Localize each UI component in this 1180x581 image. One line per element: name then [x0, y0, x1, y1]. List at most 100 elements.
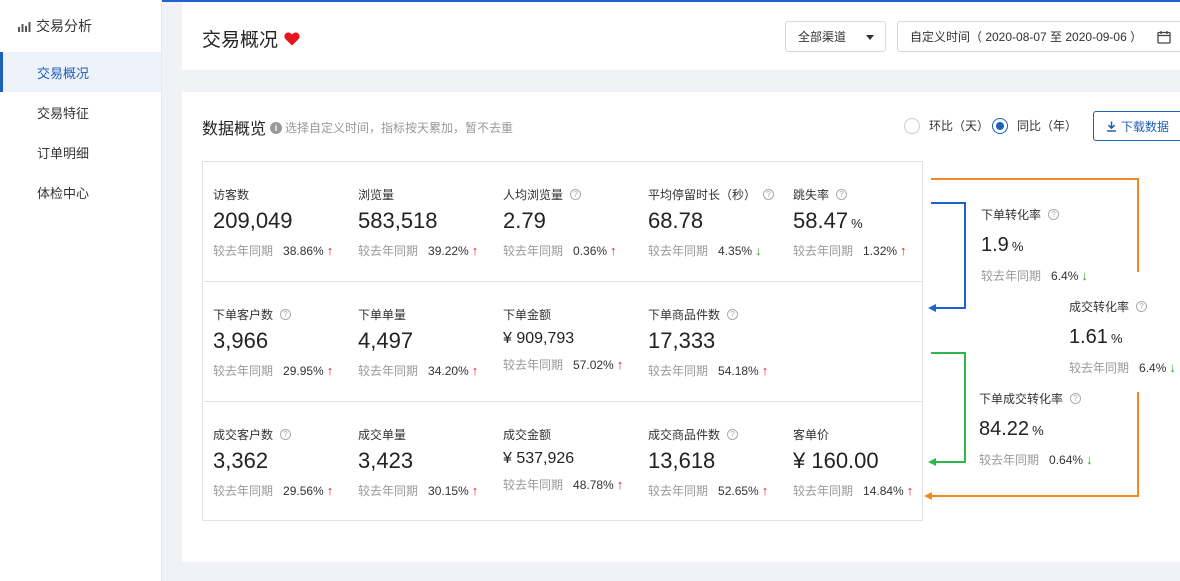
help-icon[interactable]: ? [727, 429, 739, 440]
download-label: 下载数据 [1121, 119, 1170, 134]
page-title: 交易概况 [202, 25, 300, 52]
metric-compare: 较去年同期 52.65% ↑ [648, 482, 768, 499]
date-range-picker[interactable]: 自定义时间（ 2020-08-07 至 2020-09-06 ） [897, 21, 1180, 52]
heart-icon[interactable] [284, 32, 300, 46]
metric-card: 成交客户数? 3,362 较去年同期 29.56% ↑ [203, 402, 343, 520]
metric-value-number: 3,966 [213, 328, 269, 353]
metric-label-text: 人均浏览量 [503, 188, 564, 202]
conversion-compare: 较去年同期 6.4% ↓ [981, 267, 1088, 284]
download-data-button[interactable]: 下载数据 [1093, 111, 1180, 141]
sidebar-item-label: 体检中心 [37, 185, 90, 201]
conversion-label: 成交转化率? [1069, 298, 1176, 315]
overview-card: 数据概览 i 选择自定义时间，指标按天累加，暂不去重 环比（天） 同比（年） 下… [182, 92, 1180, 562]
bar-chart-icon [18, 21, 31, 32]
compare-percent: 0.36% [573, 243, 608, 258]
arrow-up-icon: ↑ [761, 483, 769, 498]
arrow-down-icon: ↓ [1169, 360, 1176, 375]
metrics-row-traffic: 访客数 209,049 较去年同期 38.86% ↑ 浏览量 583,518 较去年同期 39.… [203, 162, 922, 282]
compare-percent: 48.78% [573, 477, 614, 492]
compare-label: 较去年同期 [213, 244, 274, 258]
metric-compare: 较去年同期 29.56% ↑ [213, 482, 333, 499]
arrow-up-icon: ↑ [761, 363, 769, 378]
help-icon[interactable]: ? [1070, 393, 1082, 404]
calendar-icon [1157, 31, 1171, 44]
metrics-row-deals: 成交客户数? 3,362 较去年同期 29.56% ↑ 成交单量 3,423 较去年同期 30.… [203, 401, 922, 521]
metric-value: 209,049 [213, 208, 293, 234]
conversion-compare: 较去年同期 6.4% ↓ [1069, 359, 1176, 376]
compare-label: 较去年同期 [358, 244, 419, 258]
arrow-up-icon: ↑ [326, 363, 334, 378]
metric-compare: 较去年同期 29.95% ↑ [213, 362, 333, 379]
metric-label-text: 成交客户数 [213, 428, 274, 442]
compare-percent: 4.35% [718, 243, 753, 258]
arrow-up-icon: ↑ [326, 483, 334, 498]
metric-label-text: 成交商品件数 [648, 428, 721, 442]
help-icon[interactable]: ? [280, 309, 292, 320]
help-icon[interactable]: ? [570, 189, 582, 200]
metric-value-number: 13,618 [648, 448, 716, 473]
metric-label-text: 下单单量 [358, 308, 407, 322]
help-icon[interactable]: ? [836, 189, 848, 200]
conversion-unit: % [1032, 423, 1044, 438]
help-icon[interactable]: ? [727, 309, 739, 320]
help-icon[interactable]: ? [1048, 209, 1060, 220]
metric-unit: % [851, 216, 863, 231]
arrow-down-icon: ↓ [755, 243, 762, 258]
arrow-up-icon: ↑ [906, 483, 914, 498]
metric-card: 客单价 ¥ 160.00 较去年同期 14.84% ↑ [783, 402, 923, 520]
help-icon[interactable]: ? [763, 189, 775, 200]
metric-card: 下单单量 4,497 较去年同期 34.20% ↑ [348, 282, 488, 400]
compare-label: 较去年同期 [213, 484, 274, 498]
radio-day-over-day[interactable]: 环比（天） [904, 117, 989, 134]
metric-value-number: 209,049 [213, 208, 293, 233]
channel-select-value: 全部渠道 [798, 30, 847, 44]
metric-card: 跳失率? 58.47% 较去年同期 1.32% ↑ [783, 162, 923, 280]
conversion-label-text: 成交转化率 [1069, 300, 1130, 314]
sidebar-item-order-details[interactable]: 订单明细 [0, 132, 161, 172]
conversion-compare: 较去年同期 0.64% ↓ [979, 451, 1093, 468]
compare-label: 较去年同期 [213, 364, 274, 378]
metric-value: 2.79 [503, 208, 546, 234]
metric-card: 下单客户数? 3,966 较去年同期 29.95% ↑ [203, 282, 343, 400]
metric-value: ¥ 909,793 [503, 330, 574, 348]
conversion-value: 1.9% [981, 234, 1088, 257]
metric-compare: 较去年同期 0.36% ↑ [503, 242, 617, 259]
compare-percent: 1.32% [863, 243, 898, 258]
metric-card: 访客数 209,049 较去年同期 38.86% ↑ [203, 162, 343, 280]
arrow-up-icon: ↑ [326, 243, 334, 258]
compare-label: 较去年同期 [503, 478, 564, 492]
arrow-up-icon: ↑ [471, 483, 479, 498]
sidebar-item-health-check[interactable]: 体检中心 [0, 172, 161, 212]
sidebar-item-overview[interactable]: 交易概况 [0, 52, 161, 92]
metric-card: 人均浏览量? 2.79 较去年同期 0.36% ↑ [493, 162, 633, 280]
compare-label: 较去年同期 [503, 244, 564, 258]
compare-label: 较去年同期 [648, 244, 709, 258]
metric-compare: 较去年同期 1.32% ↑ [793, 242, 907, 259]
metric-label: 成交客户数? [213, 426, 292, 443]
metric-label-text: 浏览量 [358, 188, 395, 202]
channel-select[interactable]: 全部渠道 [785, 21, 886, 52]
help-icon[interactable]: ? [1136, 301, 1148, 312]
conversion-value-number: 1.9 [981, 234, 1009, 256]
compare-label: 较去年同期 [981, 269, 1042, 283]
metric-label: 访客数 [213, 186, 249, 203]
metric-label: 人均浏览量? [503, 186, 582, 203]
arrow-up-icon: ↑ [900, 243, 907, 258]
metric-value: ¥ 537,926 [503, 450, 574, 468]
header-card: 交易概况 全部渠道 自定义时间（ 2020-08-07 至 2020-09-06… [182, 2, 1180, 70]
arrow-up-icon: ↑ [616, 477, 624, 492]
sidebar-item-features[interactable]: 交易特征 [0, 92, 161, 132]
arrow-down-icon: ↓ [1086, 452, 1093, 467]
conversion-order-to-deal-rate: 下单成交转化率? 84.22% 较去年同期 0.64% ↓ [979, 390, 1093, 468]
metric-compare: 较去年同期 38.86% ↑ [213, 242, 333, 259]
conversion-value: 84.22% [979, 418, 1093, 441]
metric-card: 成交金额 ¥ 537,926 较去年同期 48.78% ↑ [493, 402, 633, 520]
radio-label: 环比（天） [929, 119, 990, 133]
metric-value: 3,423 [358, 448, 413, 474]
compare-percent: 29.56% [283, 483, 324, 498]
radio-year-over-year[interactable]: 同比（年） [992, 117, 1077, 134]
metrics-row-orders: 下单客户数? 3,966 较去年同期 29.95% ↑ 下单单量 4,497 较去年同期 34.… [203, 281, 922, 401]
help-icon[interactable]: ? [280, 429, 292, 440]
compare-percent: 30.15% [428, 483, 469, 498]
metric-value: 3,966 [213, 328, 268, 354]
